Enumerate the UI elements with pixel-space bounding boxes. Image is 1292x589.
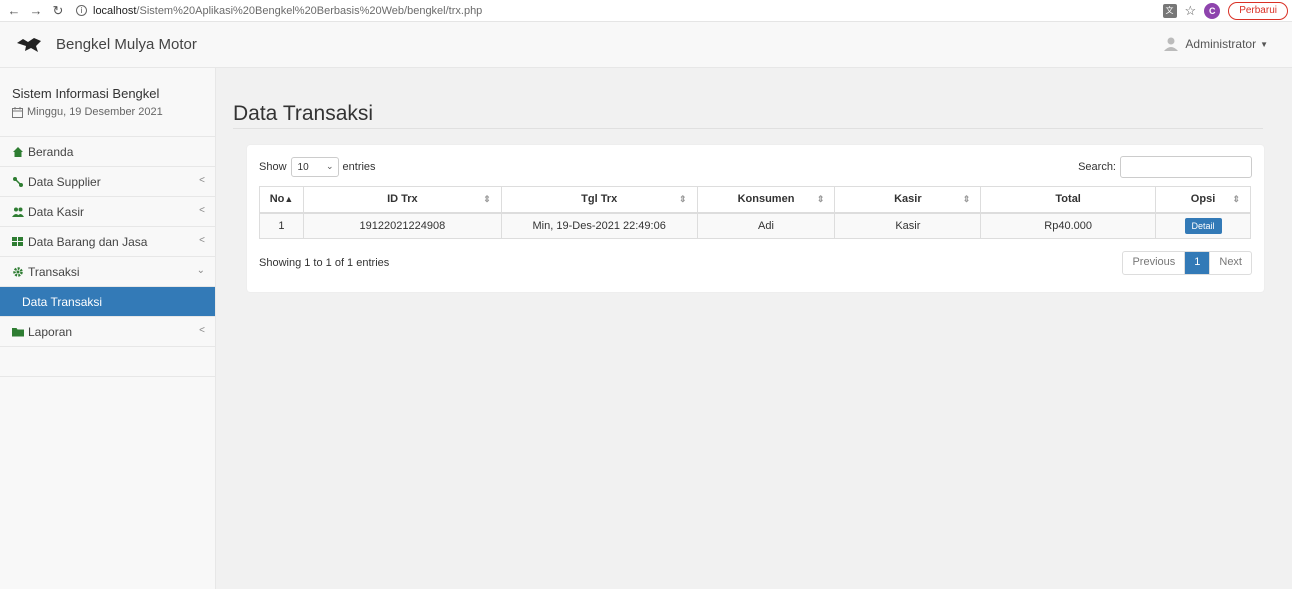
column-header-kasir[interactable]: Kasir ⇕ [834, 186, 982, 214]
user-icon [1164, 37, 1179, 51]
column-header-id[interactable]: ID Trx ⇕ [302, 186, 502, 214]
sidebar-item-data-supplier[interactable]: Data Supplier < [0, 167, 215, 197]
current-date: Minggu, 19 Desember 2021 [27, 106, 163, 118]
previous-button[interactable]: Previous [1123, 252, 1186, 274]
chevron-down-icon: ⌄ [325, 161, 334, 171]
page-title: Data Transaksi [233, 102, 374, 125]
sidebar-item-label: Data Transaksi [22, 294, 103, 309]
transactions-table: No▲ ID Trx ⇕ Tgl Trx ⇕ Konsumen ⇕ Kasir ⇕ To… [259, 186, 1251, 239]
users-icon [12, 207, 24, 217]
chevron-left-icon: < [199, 175, 205, 186]
brand[interactable]: Bengkel Mulya Motor [16, 36, 197, 53]
cell-tgl: Min, 19-Des-2021 22:49:06 [500, 212, 698, 239]
profile-avatar[interactable]: C [1204, 3, 1221, 19]
sitemap-icon [13, 176, 23, 187]
cell-opsi: Detail [1155, 212, 1251, 239]
sort-icon: ⇕ [816, 194, 825, 204]
cell-id: 19122021224908 [302, 212, 502, 239]
entries-length-control: Show 10 ⌄ entries [259, 157, 376, 177]
home-icon [13, 146, 23, 157]
sidebar-item-label: Data Kasir [28, 204, 85, 219]
sidebar-item-beranda[interactable]: Beranda [0, 137, 215, 167]
sidebar: Sistem Informasi Bengkel Minggu, 19 Dese… [0, 68, 216, 589]
sidebar-title: Sistem Informasi Bengkel [12, 86, 160, 101]
chevron-down-icon: ⌄ [196, 265, 205, 276]
sidebar-item-label: Data Barang dan Jasa [28, 234, 148, 249]
data-panel: Show 10 ⌄ entries Search: No▲ ID Trx ⇕ Tg… [247, 145, 1264, 292]
brand-name: Bengkel Mulya Motor [56, 36, 197, 53]
column-header-total[interactable]: Total [980, 186, 1157, 214]
bookmark-star-icon[interactable]: ☆ [1185, 3, 1197, 19]
reload-icon[interactable]: ↻ [50, 3, 66, 19]
sidebar-item-laporan[interactable]: Laporan < [0, 317, 215, 347]
next-button[interactable]: Next [1210, 252, 1251, 274]
column-header-konsumen[interactable]: Konsumen ⇕ [696, 186, 836, 214]
sidebar-item-data-kasir[interactable]: Data Kasir < [0, 197, 215, 227]
sidebar-item-label: Transaksi [28, 264, 80, 279]
forward-icon[interactable]: → [28, 3, 44, 18]
table-header-row: No▲ ID Trx ⇕ Tgl Trx ⇕ Konsumen ⇕ Kasir ⇕ To… [259, 186, 1251, 214]
sidebar-item-data-barang[interactable]: Data Barang dan Jasa < [0, 227, 215, 257]
search-control: Search: [1078, 156, 1252, 178]
url-path: /Sistem%20Aplikasi%20Bengkel%20Berbasis%… [136, 4, 483, 17]
page-1-button[interactable]: 1 [1185, 252, 1211, 274]
address-bar[interactable]: i localhost /Sistem%20Aplikasi%20Bengkel… [76, 5, 482, 17]
user-name: Administrator [1185, 37, 1257, 51]
entries-label: entries [342, 161, 376, 173]
user-menu[interactable]: Administrator ▼ [1163, 36, 1268, 52]
table-row: 1 19122021224908 Min, 19-Des-2021 22:49:… [259, 212, 1251, 239]
folder-icon [12, 327, 24, 336]
browser-toolbar: ← → ↻ i localhost /Sistem%20Aplikasi%20B… [0, 0, 1292, 22]
sidebar-info: Sistem Informasi Bengkel Minggu, 19 Dese… [0, 68, 215, 137]
sidebar-spacer [0, 347, 215, 377]
main-content: Data Transaksi Show 10 ⌄ entries Search:… [217, 68, 1292, 589]
sidebar-item-transaksi[interactable]: Transaksi ⌄ [0, 257, 215, 287]
translate-icon[interactable]: 文 [1162, 4, 1177, 18]
chevron-left-icon: < [199, 325, 205, 336]
url-host: localhost [93, 4, 137, 17]
cell-total: Rp40.000 [980, 212, 1157, 239]
logo-icon [17, 37, 41, 52]
entries-value: 10 [297, 161, 309, 173]
sidebar-item-label: Beranda [28, 144, 74, 159]
sidebar-date: Minggu, 19 Desember 2021 [12, 106, 215, 118]
calendar-icon [12, 106, 23, 118]
detail-button[interactable]: Detail [1184, 217, 1222, 234]
sort-icon: ⇕ [679, 194, 687, 204]
update-button[interactable]: Perbarui [1228, 2, 1288, 20]
divider [233, 128, 1263, 129]
table-info: Showing 1 to 1 of 1 entries [259, 257, 390, 269]
chevron-left-icon: < [199, 235, 205, 246]
sidebar-item-data-transaksi[interactable]: Data Transaksi [0, 287, 215, 317]
cell-kasir: Kasir [834, 212, 982, 239]
gear-icon [13, 266, 23, 277]
column-header-tgl[interactable]: Tgl Trx ⇕ [500, 186, 698, 214]
cell-konsumen: Adi [696, 212, 836, 239]
app-navbar: Bengkel Mulya Motor Administrator ▼ [0, 22, 1292, 68]
chevron-left-icon: < [199, 205, 205, 216]
back-icon[interactable]: ← [6, 3, 22, 18]
site-info-icon[interactable]: i [76, 5, 87, 16]
cell-no: 1 [259, 212, 304, 239]
column-header-opsi[interactable]: Opsi ⇕ [1155, 186, 1251, 214]
caret-down-icon: ▼ [1260, 39, 1268, 49]
sort-icon: ⇕ [1232, 194, 1240, 204]
sort-icon: ⇕ [483, 194, 491, 204]
pagination: Previous 1 Next [1122, 251, 1252, 275]
column-header-no[interactable]: No▲ [259, 186, 304, 214]
entries-select[interactable]: 10 ⌄ [290, 157, 339, 177]
sort-icon: ⇕ [962, 194, 971, 204]
show-label: Show [259, 161, 287, 173]
search-input[interactable] [1120, 156, 1252, 178]
search-label: Search: [1078, 161, 1116, 173]
sidebar-item-label: Data Supplier [28, 174, 101, 189]
sidebar-item-label: Laporan [28, 324, 73, 339]
grid-icon [12, 236, 23, 246]
